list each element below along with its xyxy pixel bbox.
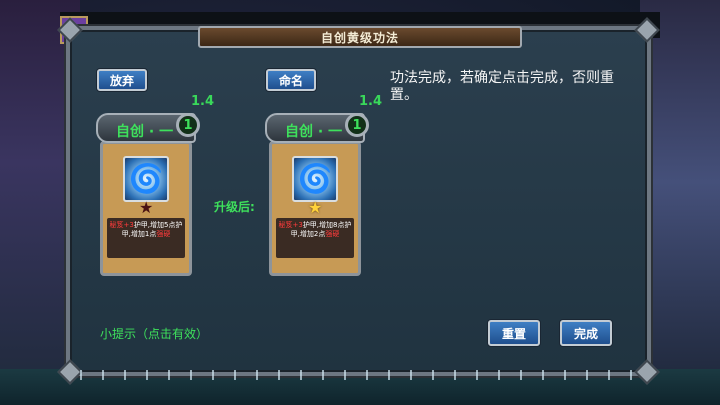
giveup-button[interactable]: 放弃: [97, 69, 147, 91]
done-button[interactable]: 完成: [560, 320, 612, 346]
background-right: [640, 0, 720, 405]
icicle-decoration: [70, 370, 647, 380]
card-version: 1.4: [191, 94, 215, 109]
card-header: 自创 · 一 1: [265, 113, 369, 143]
card-level-badge: 1: [176, 113, 200, 137]
dialog-title-bar: 自创黄级功法: [198, 26, 522, 48]
star-icon: ★: [308, 198, 323, 217]
card-description: 秘笈+3护甲,增加8点护甲,增加2点强硬: [276, 218, 354, 258]
reset-button[interactable]: 重置: [488, 320, 540, 346]
card-body: 🌀 ★ 秘笈+3护甲,增加5点护甲,增加1点强硬: [100, 141, 192, 276]
whirlwind-skill-icon: 🌀: [292, 156, 338, 202]
card-level-badge: 1: [345, 113, 369, 137]
card-header: 自创 · 一 1: [96, 113, 200, 143]
star-icon: ★: [139, 198, 154, 217]
card-name: 自创 · 一: [285, 124, 343, 140]
card-body: 🌀 ★ 秘笈+3护甲,增加8点护甲,增加2点强硬: [269, 141, 361, 276]
skill-create-dialog: 自创黄级功法 放弃 命名 功法完成，若确定点击完成，否则重置。 1.4 1.4 …: [57, 17, 660, 385]
rename-button[interactable]: 命名: [266, 69, 316, 91]
card-version: 1.4: [359, 94, 383, 109]
upgrade-label: 升级后:: [214, 200, 255, 214]
card-name: 自创 · 一: [116, 124, 174, 140]
completion-message: 功法完成，若确定点击完成，否则重置。: [390, 70, 614, 103]
card-description: 秘笈+3护甲,增加5点护甲,增加1点强硬: [107, 218, 185, 258]
skill-card-after[interactable]: 🌀 ★ 秘笈+3护甲,增加8点护甲,增加2点强硬 自创 · 一 1: [265, 113, 369, 276]
skill-card-before[interactable]: 🌀 ★ 秘笈+3护甲,增加5点护甲,增加1点强硬 自创 · 一 1: [96, 113, 200, 276]
whirlwind-skill-icon: 🌀: [123, 156, 169, 202]
hint-link[interactable]: 小提示（点击有效）: [100, 325, 208, 342]
dialog-title: 自创黄级功法: [320, 30, 399, 45]
